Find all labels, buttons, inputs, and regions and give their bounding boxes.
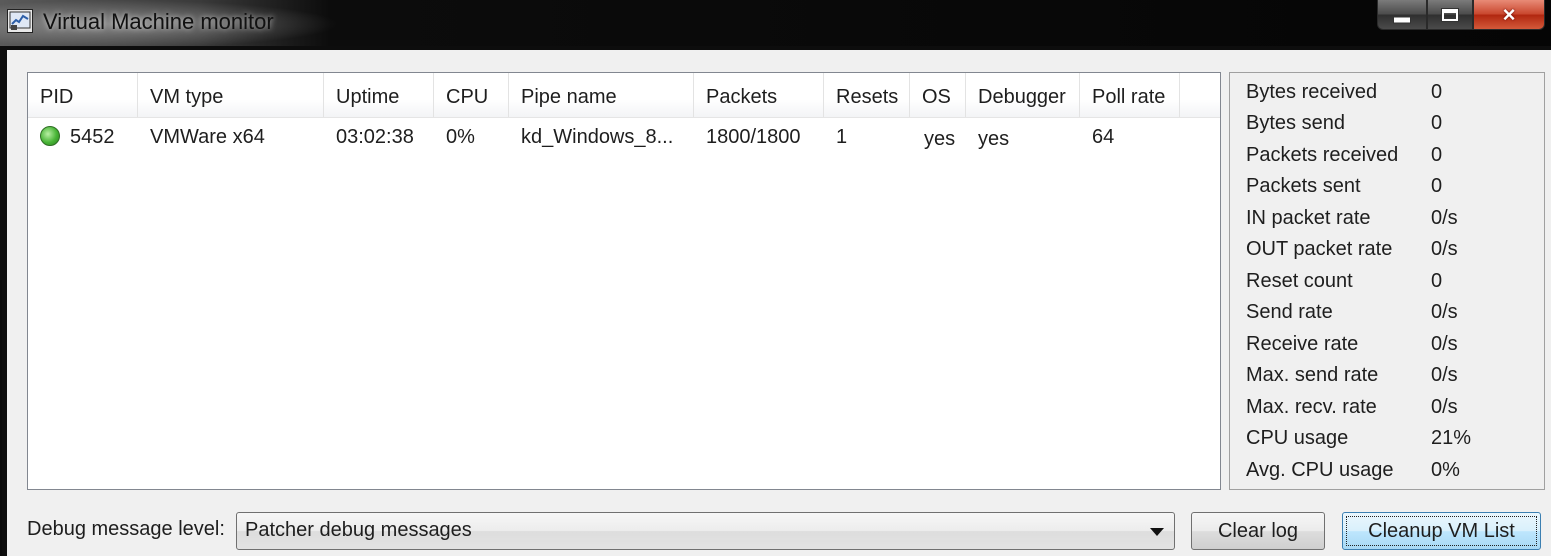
stat-avg-cpu-usage: Avg. CPU usage 0% (1230, 455, 1546, 485)
statistics-panel: Bytes received 0 Bytes send 0 Packets rece… (1229, 72, 1545, 490)
stat-value: 0/s (1431, 301, 1458, 323)
stat-value: 0 (1431, 270, 1443, 292)
minimize-icon (1393, 16, 1411, 23)
stat-label: Max. send rate (1246, 364, 1379, 386)
window-title: Virtual Machine monitor (43, 9, 274, 34)
maximize-button[interactable] (1427, 0, 1473, 30)
stat-cpu-usage: CPU usage 21% (1230, 423, 1546, 453)
pid-value: 5452 (70, 126, 115, 148)
column-header-cpu[interactable]: CPU (434, 73, 509, 117)
column-header-pipe-name[interactable]: Pipe name (509, 73, 694, 117)
stat-label: Receive rate (1246, 333, 1359, 355)
stat-receive-rate: Receive rate 0/s (1230, 329, 1546, 359)
stat-out-packet-rate: OUT packet rate 0/s (1230, 234, 1546, 264)
client-area: PID VM type Uptime CPU Pipe name Packets… (7, 50, 1551, 556)
stat-send-rate: Send rate 0/s (1230, 297, 1546, 327)
clear-log-button[interactable]: Clear log (1191, 512, 1325, 550)
stat-value: 0/s (1431, 333, 1458, 355)
vm-list[interactable]: PID VM type Uptime CPU Pipe name Packets… (27, 72, 1221, 490)
vm-monitor-window: Virtual Machine monitor × PID VM type Up… (0, 0, 1551, 556)
focus-rectangle (1346, 516, 1537, 546)
vm-row[interactable]: 5452 VMWare x64 03:02:38 0% kd_Windows_8… (28, 117, 1220, 157)
cell-uptime: 03:02:38 (336, 126, 414, 148)
cleanup-vm-list-button[interactable]: Cleanup VM List (1342, 512, 1541, 550)
stat-reset-count: Reset count 0 (1230, 266, 1546, 296)
maximize-icon (1441, 7, 1459, 22)
cell-pipe-name: kd_Windows_8... (521, 126, 674, 148)
stat-value: 21% (1431, 427, 1472, 449)
stat-label: Packets sent (1246, 175, 1361, 197)
status-running-icon (40, 126, 60, 146)
column-header-pid[interactable]: PID (28, 73, 138, 117)
stat-value: 0/s (1431, 364, 1458, 386)
column-header-debugger[interactable]: Debugger (966, 73, 1080, 117)
minimize-button[interactable] (1377, 0, 1427, 30)
column-header-vm-type[interactable]: VM type (138, 73, 324, 117)
cell-resets: 1 (836, 126, 848, 148)
debug-level-label: Debug message level: (27, 518, 225, 540)
stat-value: 0/s (1431, 396, 1458, 418)
stat-value: 0 (1431, 81, 1443, 103)
chevron-down-icon[interactable] (1150, 528, 1164, 536)
column-header-uptime[interactable]: Uptime (324, 73, 434, 117)
stat-value: 0% (1431, 459, 1460, 481)
stat-value: 0/s (1431, 238, 1458, 260)
stat-value: 0 (1431, 175, 1443, 197)
close-button[interactable]: × (1473, 0, 1545, 30)
stat-label: Reset count (1246, 270, 1353, 292)
app-icon[interactable] (7, 9, 33, 33)
column-header-resets[interactable]: Resets (824, 73, 910, 117)
stat-label: Packets received (1246, 144, 1399, 166)
stat-in-packet-rate: IN packet rate 0/s (1230, 203, 1546, 233)
stat-value: 0 (1431, 144, 1443, 166)
stat-packets-received: Packets received 0 (1230, 140, 1546, 170)
stat-value: 0 (1431, 112, 1443, 134)
vm-list-header: PID VM type Uptime CPU Pipe name Packets… (28, 73, 1220, 118)
column-header-os[interactable]: OS (910, 73, 966, 117)
stat-label: Bytes received (1246, 81, 1378, 103)
stat-label: Max. recv. rate (1246, 396, 1377, 418)
stat-label: Bytes send (1246, 112, 1345, 134)
cell-poll-rate: 64 (1092, 126, 1115, 148)
stat-label: CPU usage (1246, 427, 1349, 449)
cell-pid: 5452 (28, 117, 138, 157)
stat-max-recv-rate: Max. recv. rate 0/s (1230, 392, 1546, 422)
cell-vm-type: VMWare x64 (150, 126, 265, 148)
window-edge (0, 280, 2, 556)
cell-debugger: yes (978, 128, 1010, 150)
stat-label: OUT packet rate (1246, 238, 1393, 260)
cell-cpu: 0% (446, 126, 475, 148)
column-header-poll-rate[interactable]: Poll rate (1080, 73, 1180, 117)
cell-packets: 1800/1800 (706, 126, 801, 148)
stat-value: 0/s (1431, 207, 1458, 229)
debug-level-dropdown[interactable]: Patcher debug messages (236, 512, 1175, 550)
stat-label: IN packet rate (1246, 207, 1371, 229)
debug-level-value: Patcher debug messages (245, 519, 472, 541)
stat-max-send-rate: Max. send rate 0/s (1230, 360, 1546, 390)
stat-bytes-received: Bytes received 0 (1230, 77, 1546, 107)
column-header-packets[interactable]: Packets (694, 73, 824, 117)
stat-bytes-send: Bytes send 0 (1230, 108, 1546, 138)
stat-label: Avg. CPU usage (1246, 459, 1394, 481)
cell-os: yes (924, 128, 956, 150)
stat-label: Send rate (1246, 301, 1333, 323)
caption-buttons: × (1377, 0, 1545, 32)
close-icon: × (1502, 1, 1516, 27)
stat-packets-sent: Packets sent 0 (1230, 171, 1546, 201)
title-bar[interactable]: Virtual Machine monitor × (0, 0, 1551, 46)
